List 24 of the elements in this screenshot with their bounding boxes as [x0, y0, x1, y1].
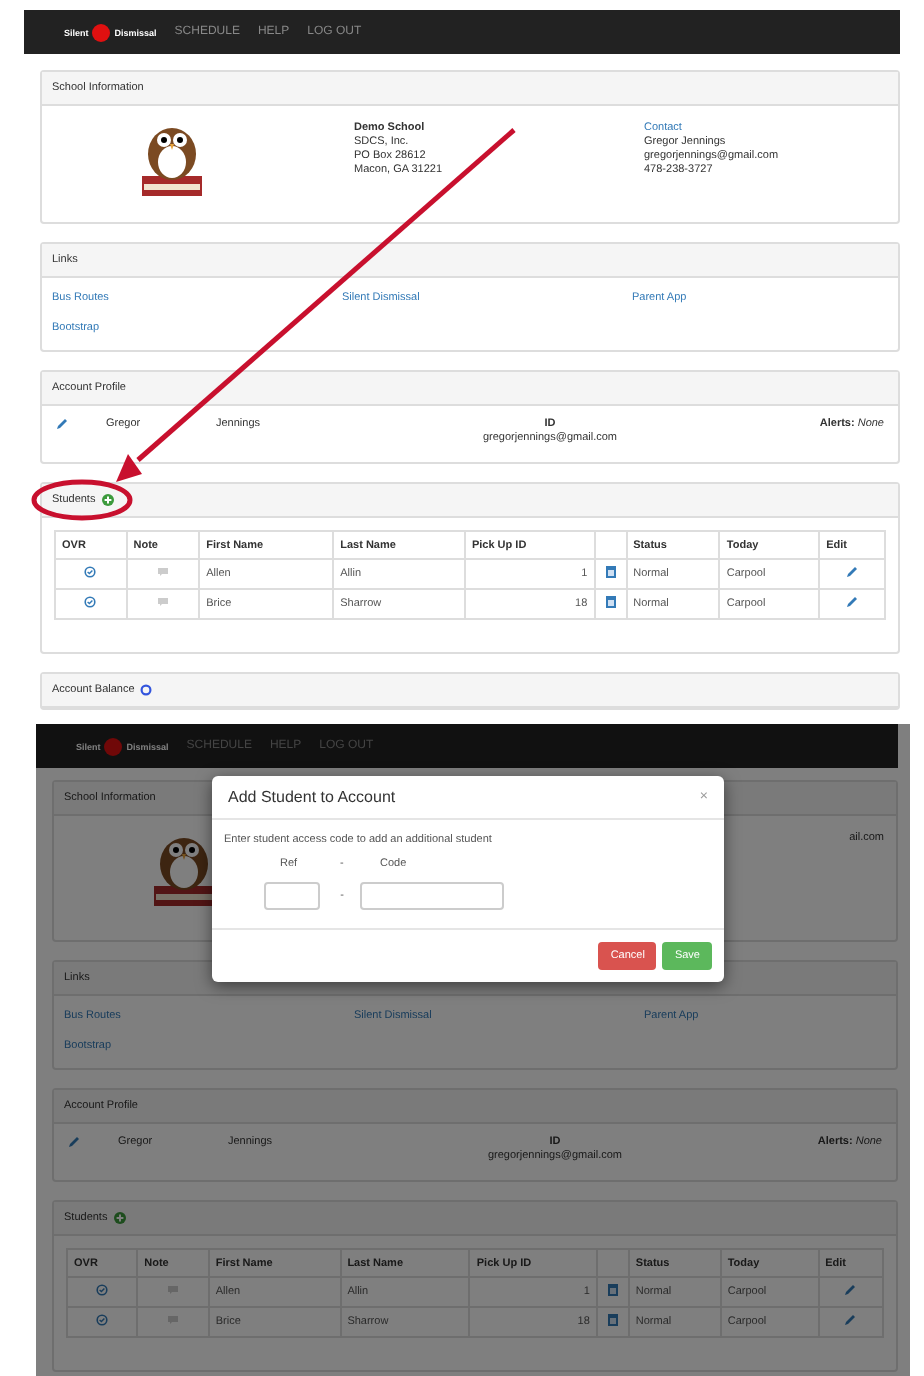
check-circle-icon[interactable] — [96, 1284, 109, 1296]
cursor-highlight-icon — [104, 737, 123, 755]
check-circle-icon[interactable] — [84, 566, 97, 578]
dialog-title: Add Student to Account — [228, 788, 396, 806]
add-icon[interactable] — [101, 494, 114, 506]
calendar-icon[interactable] — [607, 1284, 618, 1296]
pencil-icon[interactable] — [844, 1314, 857, 1326]
pencil-icon[interactable] — [846, 596, 859, 608]
pencil-icon[interactable] — [56, 418, 68, 430]
pencil-icon[interactable] — [846, 566, 859, 578]
comment-icon[interactable] — [157, 598, 168, 606]
add-icon[interactable] — [113, 1212, 126, 1224]
check-circle-icon[interactable] — [84, 596, 97, 608]
comment-icon[interactable] — [157, 568, 168, 576]
calendar-icon[interactable] — [605, 596, 616, 608]
annotation-circle — [31, 479, 133, 521]
pencil-icon[interactable] — [844, 1284, 857, 1296]
calendar-icon[interactable] — [607, 1314, 618, 1326]
code-input[interactable] — [360, 882, 504, 910]
calendar-icon[interactable] — [605, 566, 616, 578]
cursor-highlight-icon — [92, 23, 111, 41]
check-circle-icon[interactable] — [96, 1314, 109, 1326]
ref-input[interactable] — [264, 882, 320, 910]
pencil-icon[interactable] — [68, 1136, 80, 1148]
